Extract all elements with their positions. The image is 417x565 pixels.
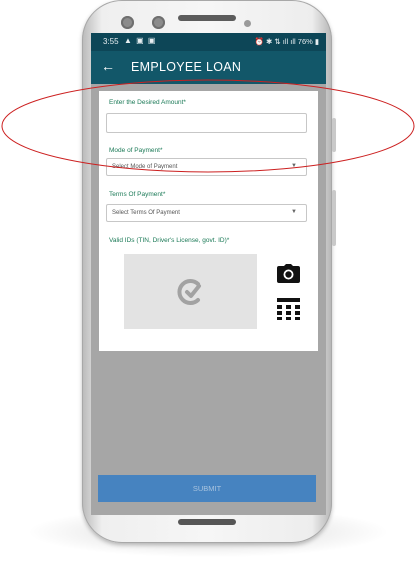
mode-select[interactable]: Select Mode of Payment ▼ bbox=[106, 158, 307, 176]
page-title: EMPLOYEE LOAN bbox=[131, 60, 242, 74]
terms-label: Terms Of Payment* bbox=[109, 191, 166, 198]
amount-field[interactable] bbox=[106, 113, 307, 135]
home-button bbox=[178, 519, 236, 525]
loan-form-card: Enter the Desired Amount* Mode of Paymen… bbox=[99, 91, 318, 351]
mode-label: Mode of Payment* bbox=[109, 147, 163, 154]
status-bar: 3:55 ▲ ▣ ▣ ⏰ ✱ ⇅ ıll ıll 76% ▮ bbox=[91, 33, 326, 51]
status-time: 3:55 bbox=[103, 37, 119, 46]
ids-label: Valid IDs (TIN, Driver's License, govt. … bbox=[109, 237, 230, 244]
volume-button bbox=[332, 118, 336, 152]
notification-icons: ▲ ▣ ▣ bbox=[124, 36, 157, 45]
proximity-sensor bbox=[244, 20, 251, 27]
terms-select[interactable]: Select Terms Of Payment ▼ bbox=[106, 204, 307, 222]
id-upload-preview[interactable] bbox=[124, 254, 257, 329]
back-arrow-icon[interactable]: ← bbox=[101, 59, 115, 73]
amount-input[interactable] bbox=[107, 116, 306, 135]
system-status-icons: ⏰ ✱ ⇅ ıll ıll 76% ▮ bbox=[254, 37, 319, 46]
mode-select-value: Select Mode of Payment bbox=[112, 164, 178, 170]
chevron-down-icon: ▼ bbox=[291, 163, 297, 169]
submit-button[interactable]: SUBMIT bbox=[98, 475, 316, 502]
chevron-down-icon: ▼ bbox=[291, 209, 297, 215]
app-bar: ← EMPLOYEE LOAN bbox=[91, 51, 326, 84]
phone-screen: 3:55 ▲ ▣ ▣ ⏰ ✱ ⇅ ıll ıll 76% ▮ ← EMPLOYE… bbox=[91, 33, 326, 515]
amount-label: Enter the Desired Amount* bbox=[109, 99, 186, 106]
power-button bbox=[332, 190, 336, 246]
placeholder-logo-icon bbox=[177, 279, 201, 305]
earpiece-speaker bbox=[178, 15, 236, 21]
front-sensor bbox=[152, 16, 165, 29]
camera-icon[interactable] bbox=[277, 264, 300, 283]
terms-select-value: Select Terms Of Payment bbox=[112, 210, 180, 216]
front-camera bbox=[121, 16, 134, 29]
calendar-icon[interactable] bbox=[277, 298, 300, 320]
